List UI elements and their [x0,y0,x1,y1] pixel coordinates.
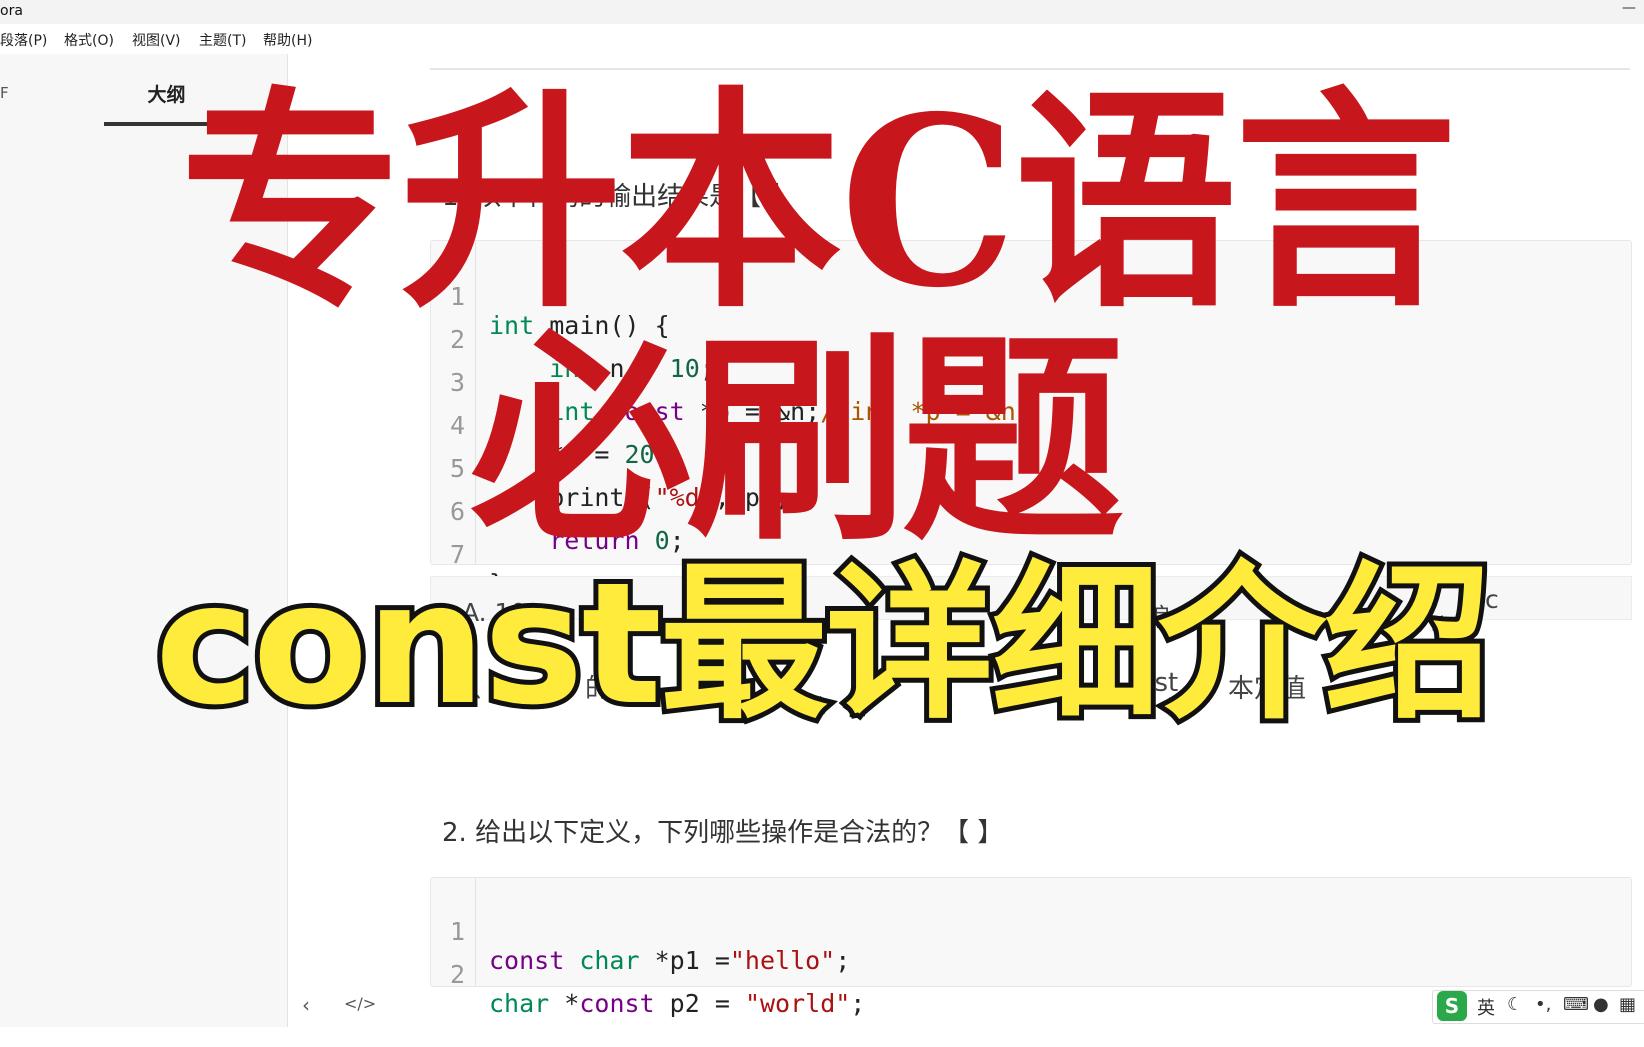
grid-icon[interactable]: ▦ [1619,994,1636,1015]
keyboard-icon[interactable]: ⌨ [1563,994,1589,1015]
ime-logo-icon: S [1437,991,1467,1021]
chevron-left-icon[interactable]: ‹ [302,993,310,1017]
tab-files[interactable]: F [0,84,9,102]
ime-toolbar[interactable]: S 英 ☾ •, ⌨ ● ▦ [1432,990,1644,1024]
overlay-title-line1: 专升本C语言 [180,66,1457,340]
menu-help[interactable]: 帮助(H) [263,30,312,50]
user-icon[interactable]: ● [1593,994,1609,1015]
line-number: 2 [449,960,465,989]
minimize-button[interactable]: — [1622,0,1636,16]
punct-icon[interactable]: •, [1535,994,1551,1015]
menu-paragraph[interactable]: 段落(P) [0,30,47,50]
title-bar: ora — [0,0,1644,24]
code-line: 2 char *const p2 = "world"; [431,931,865,1018]
code-text: const char *p1 ="hello"; [489,946,851,975]
menu-format[interactable]: 格式(O) [64,30,114,50]
window-title: ora [0,3,23,19]
code-block-2[interactable]: 1 const char *p1 ="hello"; 2 char *const… [430,877,1632,1018]
moon-icon[interactable]: ☾ [1507,994,1523,1015]
menu-view[interactable]: 视图(V) [132,30,181,50]
code-line: 1 const char *p1 ="hello"; [431,888,850,975]
menu-theme[interactable]: 主题(T) [199,30,246,50]
ime-mode[interactable]: 英 [1477,994,1495,1020]
code-text: char *const p2 = "world"; [489,989,866,1018]
source-code-icon[interactable]: </> [344,994,376,1013]
overlay-title-line2: 必刷题 [470,311,1124,571]
question-2: 2. 给出以下定义，下列哪些操作是合法的？【 】 [442,818,1004,848]
overlay-subtitle: const最详细介绍 [150,546,1497,742]
menu-bar: 段落(P) 格式(O) 视图(V) 主题(T) 帮助(H) [0,24,1644,54]
